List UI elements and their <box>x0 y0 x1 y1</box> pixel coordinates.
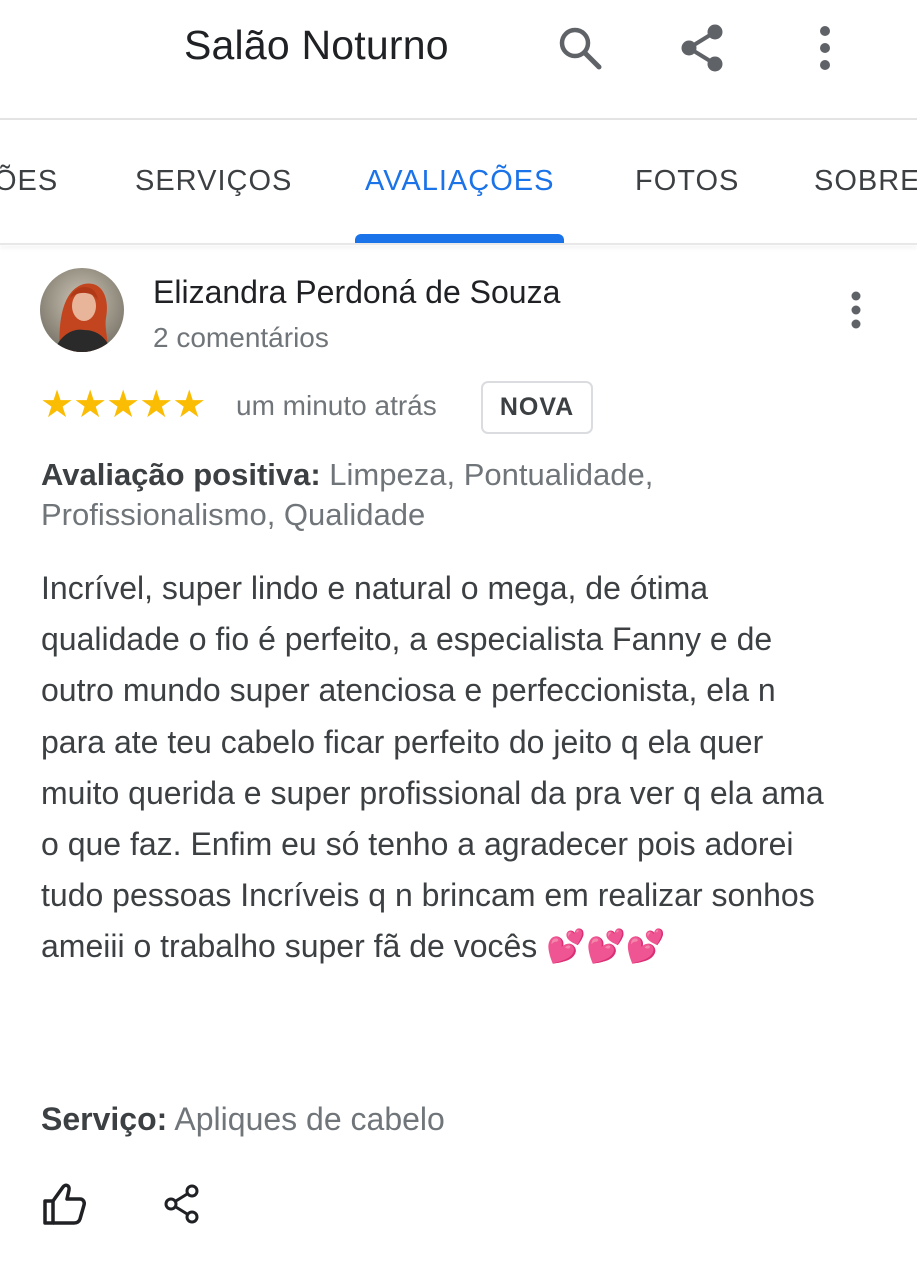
more-vert-icon <box>851 291 861 329</box>
review-time: um minuto atrás <box>236 390 437 421</box>
share-icon <box>164 1184 199 1224</box>
tab-previous[interactable]: ÕES <box>0 165 58 198</box>
positive-values-line2: Profissionalismo, Qualidade <box>41 497 426 532</box>
review-more-button[interactable] <box>836 288 876 332</box>
star-rating: ★★★★★ <box>40 384 206 426</box>
new-badge: NOVA <box>481 381 593 434</box>
page-title: Salão Noturno <box>184 22 449 68</box>
reviewer-name[interactable]: Elizandra Perdoná de Souza <box>153 274 560 311</box>
positive-values-line1: Limpeza, Pontualidade, <box>320 457 654 492</box>
tabs-divider <box>0 243 917 245</box>
tab-avaliacoes[interactable]: AVALIAÇÕES <box>365 165 554 198</box>
search-button[interactable] <box>552 20 608 76</box>
thumbs-up-icon <box>43 1183 86 1225</box>
search-icon <box>559 27 602 70</box>
like-button[interactable] <box>40 1180 88 1228</box>
app-bar: Salão Noturno <box>0 0 917 118</box>
tab-fotos[interactable]: FOTOS <box>635 165 739 198</box>
tab-sobre[interactable]: SOBRE <box>814 165 917 198</box>
more-options-button[interactable] <box>797 20 853 76</box>
tab-servicos[interactable]: SERVIÇOS <box>135 165 292 198</box>
service-info: Serviço: Apliques de cabelo <box>41 1101 445 1138</box>
reviewer-comment-count: 2 comentários <box>153 322 329 353</box>
avatar[interactable] <box>40 268 124 352</box>
tab-bar: ÕES SERVIÇOS AVALIAÇÕES FOTOS SOBRE <box>0 120 917 244</box>
avatar-photo <box>40 268 124 352</box>
more-vert-icon <box>820 26 830 70</box>
share-icon <box>681 24 723 72</box>
share-review-button[interactable] <box>158 1180 206 1228</box>
share-button[interactable] <box>675 20 731 76</box>
service-value: Apliques de cabelo <box>167 1101 445 1137</box>
positive-highlights: Avaliação positiva: Limpeza, Pontualidad… <box>41 455 861 535</box>
service-label: Serviço: <box>41 1101 168 1137</box>
review-text: Incrível, super lindo e natural o mega, … <box>41 570 824 965</box>
positive-label: Avaliação positiva: <box>41 457 321 492</box>
